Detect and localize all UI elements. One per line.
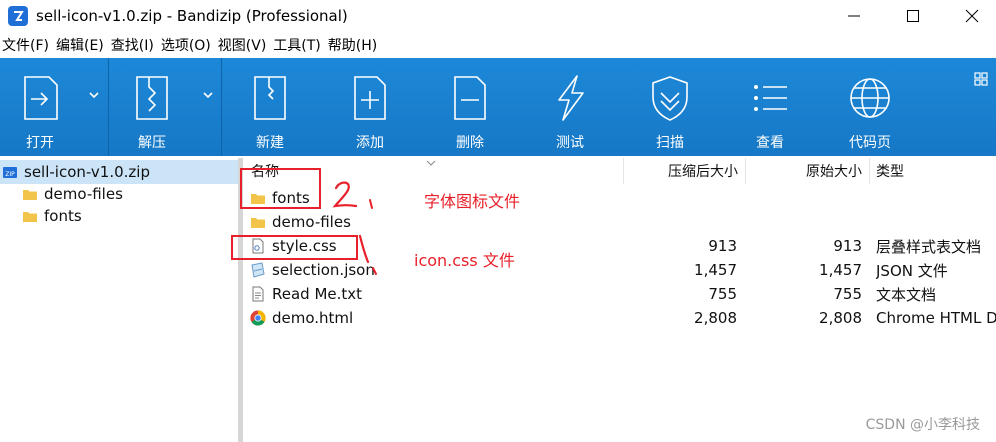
menu-tools[interactable]: 工具(T)	[271, 35, 325, 55]
view-list-icon	[746, 72, 794, 124]
original-size: 1,457	[819, 261, 862, 279]
bandizip-logo-icon	[8, 6, 28, 26]
packed-size: 913	[708, 237, 737, 255]
toolbar-divider	[221, 58, 222, 156]
menu-bar: 文件(F) 编辑(E) 查找(I) 选项(O) 视图(V) 工具(T) 帮助(H…	[0, 32, 996, 58]
extract-button[interactable]: 解压	[122, 58, 182, 156]
tree-item-demo-files[interactable]: demo-files	[0, 182, 123, 206]
close-icon[interactable]	[949, 0, 995, 32]
annotation-mark-2	[332, 181, 373, 209]
file-type: 文本文档	[876, 285, 937, 304]
add-button[interactable]: 添加	[340, 58, 400, 156]
menu-help[interactable]: 帮助(H)	[326, 35, 382, 55]
codepage-button[interactable]: 代码页	[835, 58, 905, 156]
toolbar: 打开 解压 新建 添加 删除 测试 扫描 查看 代码页	[0, 58, 996, 156]
scan-label: 扫描	[656, 135, 684, 151]
add-label: 添加	[356, 135, 384, 151]
file-name: Read Me.txt	[272, 285, 363, 303]
column-packed-label: 压缩后大小	[668, 164, 738, 180]
folder-tree: ZIP sell-icon-v1.0.zip demo-files fonts	[0, 158, 238, 442]
tree-root-label: sell-icon-v1.0.zip	[24, 163, 150, 181]
packed-size: 1,457	[694, 261, 737, 279]
view-button[interactable]: 查看	[740, 58, 800, 156]
open-button[interactable]: 打开	[10, 58, 70, 156]
tree-item-label: demo-files	[44, 185, 123, 203]
svg-text:ZIP: ZIP	[5, 171, 15, 178]
chrome-icon	[250, 310, 266, 326]
menu-options[interactable]: 选项(O)	[159, 35, 216, 55]
packed-size: 2,808	[694, 309, 737, 327]
toolbar-divider	[108, 58, 109, 156]
folder-icon	[23, 212, 37, 222]
delete-icon	[446, 72, 494, 124]
packed-size: 755	[708, 285, 737, 303]
codepage-label: 代码页	[849, 135, 891, 151]
text-file-icon	[252, 286, 264, 302]
window-title: sell-icon-v1.0.zip - Bandizip (Professio…	[36, 7, 348, 25]
new-archive-icon	[246, 72, 294, 124]
file-type: 层叠样式表文档	[876, 237, 982, 256]
column-header-type[interactable]: 类型	[876, 158, 996, 184]
tree-item-fonts[interactable]: fonts	[0, 204, 82, 228]
annotation-mark-1	[358, 234, 377, 275]
folder-icon	[23, 190, 37, 200]
scan-button[interactable]: 扫描	[640, 58, 700, 156]
file-name: demo-files	[272, 213, 351, 231]
scan-shield-icon	[646, 72, 694, 124]
column-header-original[interactable]: 原始大小	[746, 158, 864, 184]
annotation-box-style-css	[231, 235, 358, 260]
column-header-packed[interactable]: 压缩后大小	[624, 158, 740, 184]
toolbar-layout-grid-icon[interactable]	[974, 72, 988, 86]
open-dropdown-chevron-icon[interactable]	[84, 58, 104, 156]
file-type: JSON 文件	[876, 261, 948, 280]
test-icon	[546, 72, 594, 124]
table-row[interactable]: Read Me.txt 755 755 文本文档	[243, 282, 996, 306]
column-original-label: 原始大小	[806, 164, 862, 180]
add-icon	[346, 72, 394, 124]
folder-icon	[251, 218, 265, 228]
tree-item-root[interactable]: ZIP sell-icon-v1.0.zip	[0, 160, 238, 184]
open-icon	[16, 72, 64, 124]
maximize-icon[interactable]	[890, 0, 936, 32]
menu-file[interactable]: 文件(F)	[0, 35, 54, 55]
table-row[interactable]: demo.html 2,808 2,808 Chrome HTML D	[243, 306, 996, 330]
json-file-icon	[251, 262, 265, 278]
annotation-box-fonts	[240, 168, 321, 209]
original-size: 755	[833, 285, 862, 303]
minimize-icon[interactable]	[831, 0, 877, 32]
zip-archive-icon: ZIP	[3, 167, 17, 178]
new-archive-label: 新建	[256, 135, 284, 151]
menu-find[interactable]: 查找(I)	[109, 35, 159, 55]
codepage-globe-icon	[846, 72, 894, 124]
sort-chevron-icon	[426, 160, 436, 166]
file-name: demo.html	[272, 309, 354, 327]
test-label: 测试	[556, 135, 584, 151]
menu-view[interactable]: 视图(V)	[216, 35, 272, 55]
original-size: 913	[833, 237, 862, 255]
extract-dropdown-chevron-icon[interactable]	[198, 58, 218, 156]
test-button[interactable]: 测试	[540, 58, 600, 156]
view-label: 查看	[756, 135, 784, 151]
menu-edit[interactable]: 编辑(E)	[54, 35, 109, 55]
new-archive-button[interactable]: 新建	[240, 58, 300, 156]
open-label: 打开	[26, 135, 54, 151]
column-type-label: 类型	[876, 164, 904, 180]
annotation-label-css: icon.css 文件	[414, 251, 515, 270]
extract-icon	[128, 72, 176, 124]
delete-button[interactable]: 删除	[440, 58, 500, 156]
column-divider[interactable]	[869, 158, 870, 184]
watermark: CSDN @小李科技	[865, 417, 980, 433]
extract-label: 解压	[138, 135, 166, 151]
tree-item-label: fonts	[44, 207, 82, 225]
title-bar: sell-icon-v1.0.zip - Bandizip (Professio…	[0, 0, 996, 32]
delete-label: 删除	[456, 135, 484, 151]
annotation-label-fonts: 字体图标文件	[424, 192, 521, 211]
file-type: Chrome HTML D	[876, 309, 996, 327]
original-size: 2,808	[819, 309, 862, 327]
